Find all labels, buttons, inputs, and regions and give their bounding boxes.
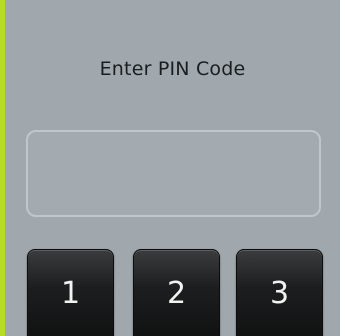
keypad-key-2[interactable]: 2 (133, 249, 220, 336)
pin-input[interactable] (26, 130, 321, 217)
keypad-key-1[interactable]: 1 (27, 249, 114, 336)
pin-entry-panel: Enter PIN Code 1 2 3 (5, 0, 340, 336)
keypad-key-3[interactable]: 3 (236, 249, 323, 336)
right-edge (340, 0, 345, 336)
pin-prompt-title: Enter PIN Code (99, 58, 246, 80)
